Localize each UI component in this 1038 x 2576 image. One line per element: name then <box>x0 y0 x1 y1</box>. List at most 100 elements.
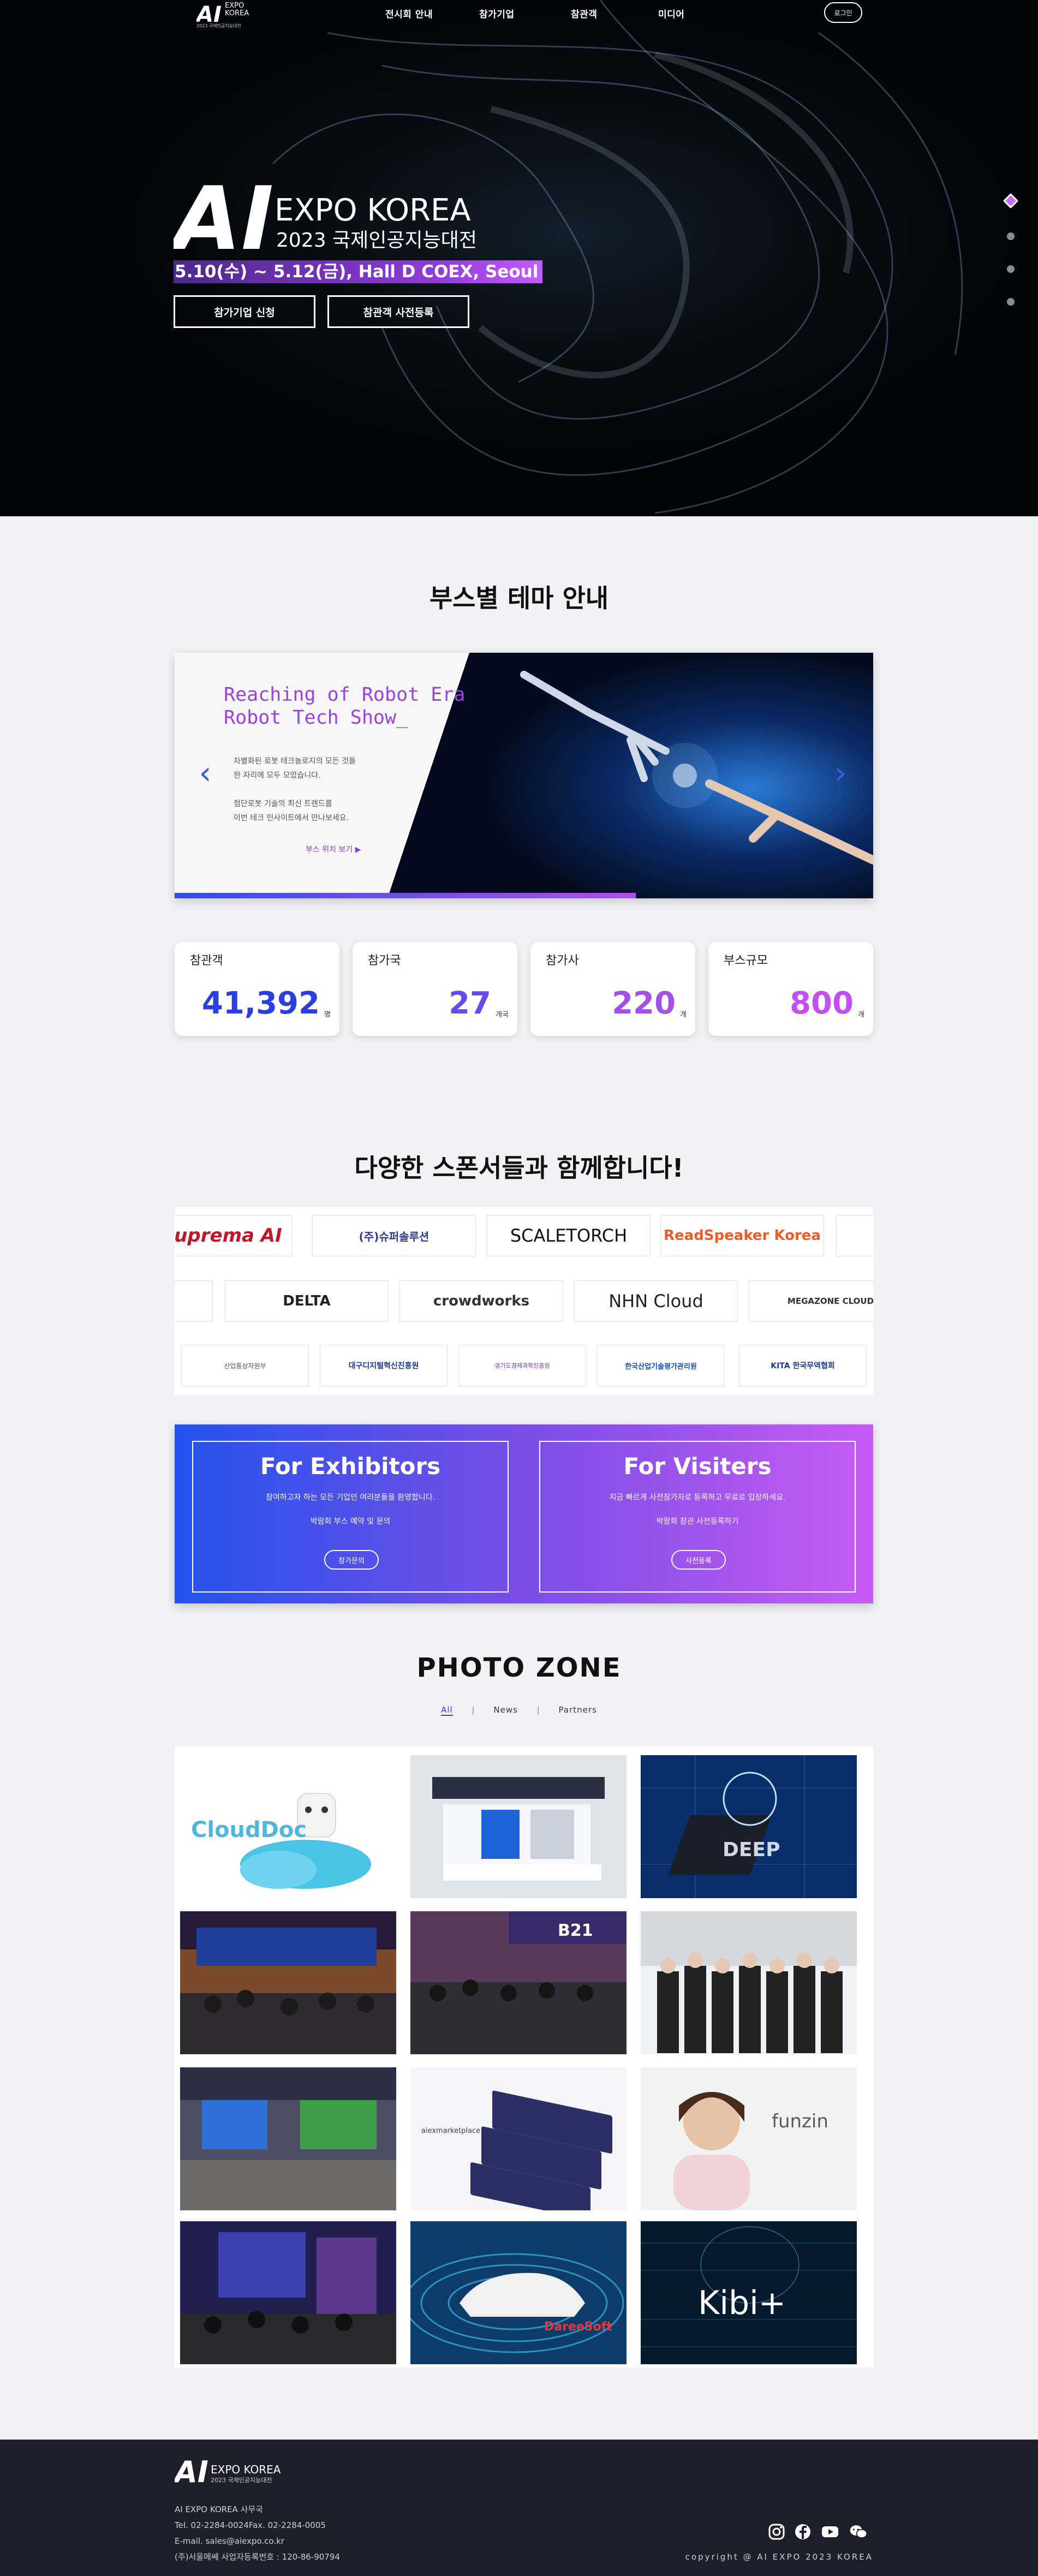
wechat-icon[interactable] <box>849 2523 868 2541</box>
stat-unit: 개 <box>680 1011 687 1019</box>
nav-item-visitors[interactable]: 참관객 <box>571 7 597 20</box>
sponsor-logo[interactable]: 산업통상자원부 <box>181 1345 309 1386</box>
sponsor-logo[interactable]: uprema AI <box>175 1215 293 1256</box>
login-button[interactable]: 로그인 <box>824 2 862 23</box>
sponsor-logo[interactable]: KITA 한국무역협회 <box>739 1345 867 1386</box>
stat-unit: 개국 <box>496 1011 509 1019</box>
conference-illustration <box>180 2221 396 2364</box>
svg-text:DEEP: DEEP <box>723 1839 780 1861</box>
marketplace-illustration: aiexmarketplace <box>410 2067 627 2210</box>
stat-value: 41,392 <box>201 986 320 1021</box>
booth-b21-photo[interactable]: B21 <box>410 1911 627 2054</box>
photo-zone-tabs: All | News | Partners <box>0 1705 1038 1716</box>
exhibitors-text: 참여하고자 하는 모든 기업인 여러분들을 환영합니다. <box>265 1493 436 1502</box>
conference-photo[interactable] <box>180 2221 396 2364</box>
svg-text:AI: AI <box>175 2456 208 2486</box>
svg-text:EXPO: EXPO <box>225 2 244 10</box>
sponsor-logo[interactable]: crowdworks <box>399 1280 563 1322</box>
svg-text:2023 국제인공지능대전: 2023 국제인공지능대전 <box>196 23 241 28</box>
exhibitor-apply-button[interactable]: 참가기업 신청 <box>174 295 315 328</box>
exhibitors-title: For Exhibitors <box>260 1453 441 1480</box>
sponsor-logo[interactable]: NHN Cloud <box>574 1280 738 1322</box>
group-photo[interactable] <box>641 1911 857 2054</box>
theme-text-line: 첨단로봇 기술의 최신 트렌드를 <box>234 800 332 808</box>
photo-zone-title: PHOTO ZONE <box>416 1653 622 1683</box>
deep-chip-photo[interactable]: DEEP <box>641 1755 857 1898</box>
dareesoft-car-photo[interactable]: DareeSoft <box>410 2221 627 2364</box>
stat-value: 27 <box>449 986 491 1021</box>
visitor-register-button[interactable]: 참관객 사전등록 <box>327 295 469 328</box>
nav-item-media[interactable]: 미디어 <box>658 7 684 20</box>
instagram-icon[interactable] <box>767 2523 786 2541</box>
sponsor-logo-carousel: uprema AI (주)슈퍼솔루션 SCALETORCH ReadSpeake… <box>175 1207 873 1395</box>
tab-partners[interactable]: Partners <box>559 1705 597 1715</box>
footer: AI EXPO KOREA 2023 국제인공지능대전 AI EXPO KORE… <box>0 2440 1038 2576</box>
deep-chip-illustration: DEEP <box>641 1755 857 1898</box>
sponsor-logo-partial[interactable] <box>836 1215 873 1256</box>
stat-card-countries: 참가국 27 개국 <box>353 942 517 1036</box>
nav-item-exhibitors[interactable]: 참가기업 <box>479 7 515 20</box>
tab-news[interactable]: News <box>493 1705 518 1715</box>
youtube-icon[interactable] <box>821 2523 839 2541</box>
hero-slide-pagination <box>1003 193 1019 310</box>
stat-card-companies: 참가사 220 개 <box>530 942 695 1036</box>
facebook-icon[interactable] <box>794 2523 812 2541</box>
visitors-subtext: 박람회 참관 사전등록하기 <box>656 1517 739 1526</box>
slider-progress-bar <box>175 893 636 898</box>
svg-text:AI: AI <box>174 168 273 254</box>
stat-label: 참가국 <box>368 954 401 968</box>
sponsor-logo-partial[interactable] <box>175 1280 213 1322</box>
slide-dot-2[interactable] <box>1007 232 1015 240</box>
svg-text:aiexmarketplace: aiexmarketplace <box>421 2127 480 2135</box>
footer-business-number: (주)서울메쎄 사업자등록번호 : 120-86-90794 <box>175 2552 340 2562</box>
theme-slider: Reaching of Robot Era Robot Tech Show_ 차… <box>175 653 873 898</box>
slide-dot-1[interactable] <box>1003 193 1019 209</box>
exhibition-hall-photo[interactable] <box>180 2067 396 2210</box>
nav-item-exhibition-info[interactable]: 전시회 안내 <box>385 7 433 20</box>
exhibitors-card: For Exhibitors 참여하고자 하는 모든 기업인 여러분들을 환영합… <box>192 1441 509 1593</box>
hero-date-banner: 5.10(수) ~ 5.12(금), Hall D COEX, Seoul <box>174 260 543 283</box>
sponsor-logo[interactable]: (주)슈퍼솔루션 <box>312 1215 476 1256</box>
visitor-preregister-button[interactable]: 사전등록 <box>671 1550 726 1570</box>
hero-section: AI EXPO KOREA 2023 국제인공지능대전 전시회 안내 참가기업 … <box>0 0 1038 516</box>
slider-next-arrow-icon[interactable]: › <box>830 756 851 789</box>
funzin-photo[interactable]: funzin <box>641 2067 857 2210</box>
footer-phone: Tel. 02-2284-0024Fax. 02-2284-0005 <box>175 2520 326 2530</box>
exhibitor-inquiry-button[interactable]: 참가문의 <box>324 1550 379 1570</box>
clouddoc-photo[interactable]: CloudDoc <box>180 1755 396 1898</box>
tab-all[interactable]: All <box>441 1705 453 1716</box>
slide-dot-4[interactable] <box>1007 298 1015 306</box>
top-navigation: AI EXPO KOREA 2023 국제인공지능대전 전시회 안내 참가기업 … <box>0 0 1038 28</box>
theme-text-line: 이번 테크 인사이트에서 만나보세요. <box>234 814 349 822</box>
marketplace-photo[interactable]: aiexmarketplace <box>410 2067 627 2210</box>
footer-email: E-mail. sales@aiexpo.co.kr <box>175 2536 284 2546</box>
exhibition-crowd-photo[interactable] <box>180 1911 396 2054</box>
exhibition-crowd-illustration <box>180 1911 396 2054</box>
booth-render-illustration <box>410 1755 627 1898</box>
svg-text:DareeSoft: DareeSoft <box>544 2320 612 2334</box>
group-illustration <box>641 1911 857 2054</box>
sponsor-logo[interactable]: MEGAZONE CLOUD <box>749 1280 873 1322</box>
sponsor-logo[interactable]: DELTA <box>225 1280 389 1322</box>
exhibitors-subtext: 박람회 부스 예약 및 문의 <box>310 1517 391 1526</box>
stat-card-visitors: 참관객 41,392 명 <box>175 942 339 1036</box>
sponsor-logo[interactable]: 대구디지털혁신진흥원 <box>320 1345 448 1386</box>
sponsor-logo[interactable]: 한국산업기술평가관리원 <box>597 1345 725 1386</box>
sponsor-logo[interactable]: ReadSpeaker Korea <box>660 1215 824 1256</box>
slide-dot-3[interactable] <box>1007 265 1015 273</box>
sponsor-logo[interactable]: 경기도경제과학진흥원 <box>458 1345 586 1386</box>
kibit-photo[interactable]: Kibi+ <box>641 2221 857 2364</box>
site-logo[interactable]: AI EXPO KOREA 2023 국제인공지능대전 <box>196 0 262 28</box>
sponsor-logo[interactable]: SCALETORCH <box>487 1215 651 1256</box>
booth-render-photo[interactable] <box>410 1755 627 1898</box>
slider-prev-arrow-icon[interactable]: ‹ <box>194 756 216 789</box>
booth-location-link[interactable]: 부스 위치 보기 ▶ <box>306 844 361 855</box>
exhibition-hall-illustration <box>180 2067 396 2210</box>
theme-description: 차별화된 로봇 테크놀로지의 모든 것들 한 자리에 모두 모았습니다. 첨단로… <box>234 754 356 825</box>
stat-value: 800 <box>790 986 854 1021</box>
booth-b21-illustration: B21 <box>410 1911 627 2054</box>
hero-logo: AI EXPO KOREA 2023 국제인공지능대전 <box>174 168 477 254</box>
svg-text:EXPO KOREA: EXPO KOREA <box>211 2463 281 2476</box>
dareesoft-car-illustration: DareeSoft <box>410 2221 627 2364</box>
visitors-card: For Visiters 지금 빠르게 사전참가자로 등록하고 무료로 입장하세… <box>539 1441 856 1593</box>
